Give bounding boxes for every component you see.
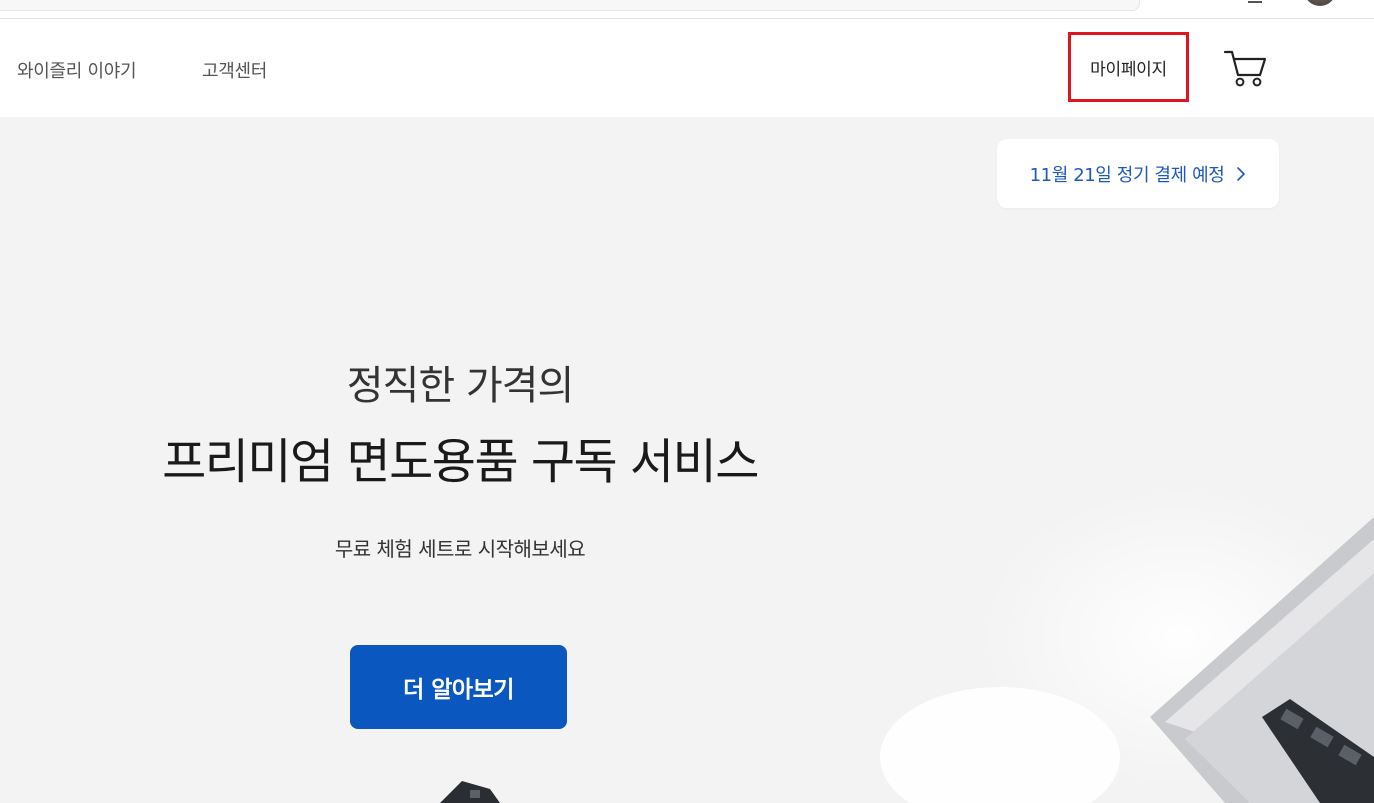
cart-icon bbox=[1223, 50, 1267, 87]
minimize-icon[interactable] bbox=[1248, 1, 1262, 3]
mypage-label: 마이페이지 bbox=[1090, 59, 1167, 80]
hero-section: 11월 21일 정기 결제 예정 정직한 가격의 프리미엄 면도용품 구독 서비… bbox=[0, 117, 1374, 803]
browser-toolbar bbox=[0, 0, 1374, 19]
nav-link-brand-story[interactable]: 와이즐리 이야기 bbox=[17, 57, 137, 83]
hero-headline-line2: 프리미엄 면도용품 구독 서비스 bbox=[162, 434, 759, 490]
hero-headline-line1: 정직한 가격의 bbox=[346, 363, 575, 409]
cart-button[interactable] bbox=[1222, 47, 1268, 89]
address-bar[interactable] bbox=[0, 0, 1140, 11]
avatar[interactable] bbox=[1304, 0, 1336, 6]
billing-notice-text: 11월 21일 정기 결제 예정 bbox=[1029, 164, 1225, 186]
learn-more-button[interactable]: 더 알아보기 bbox=[350, 645, 567, 729]
billing-notice-button[interactable]: 11월 21일 정기 결제 예정 bbox=[997, 139, 1279, 208]
mypage-link[interactable]: 마이페이지 bbox=[1068, 32, 1189, 102]
top-navigation: 와이즐리 이야기 고객센터 마이페이지 bbox=[0, 19, 1374, 117]
chevron-right-icon bbox=[1237, 166, 1246, 181]
nav-link-customer-center[interactable]: 고객센터 bbox=[202, 57, 267, 83]
hero-subline: 무료 체험 세트로 시작해보세요 bbox=[334, 537, 586, 561]
